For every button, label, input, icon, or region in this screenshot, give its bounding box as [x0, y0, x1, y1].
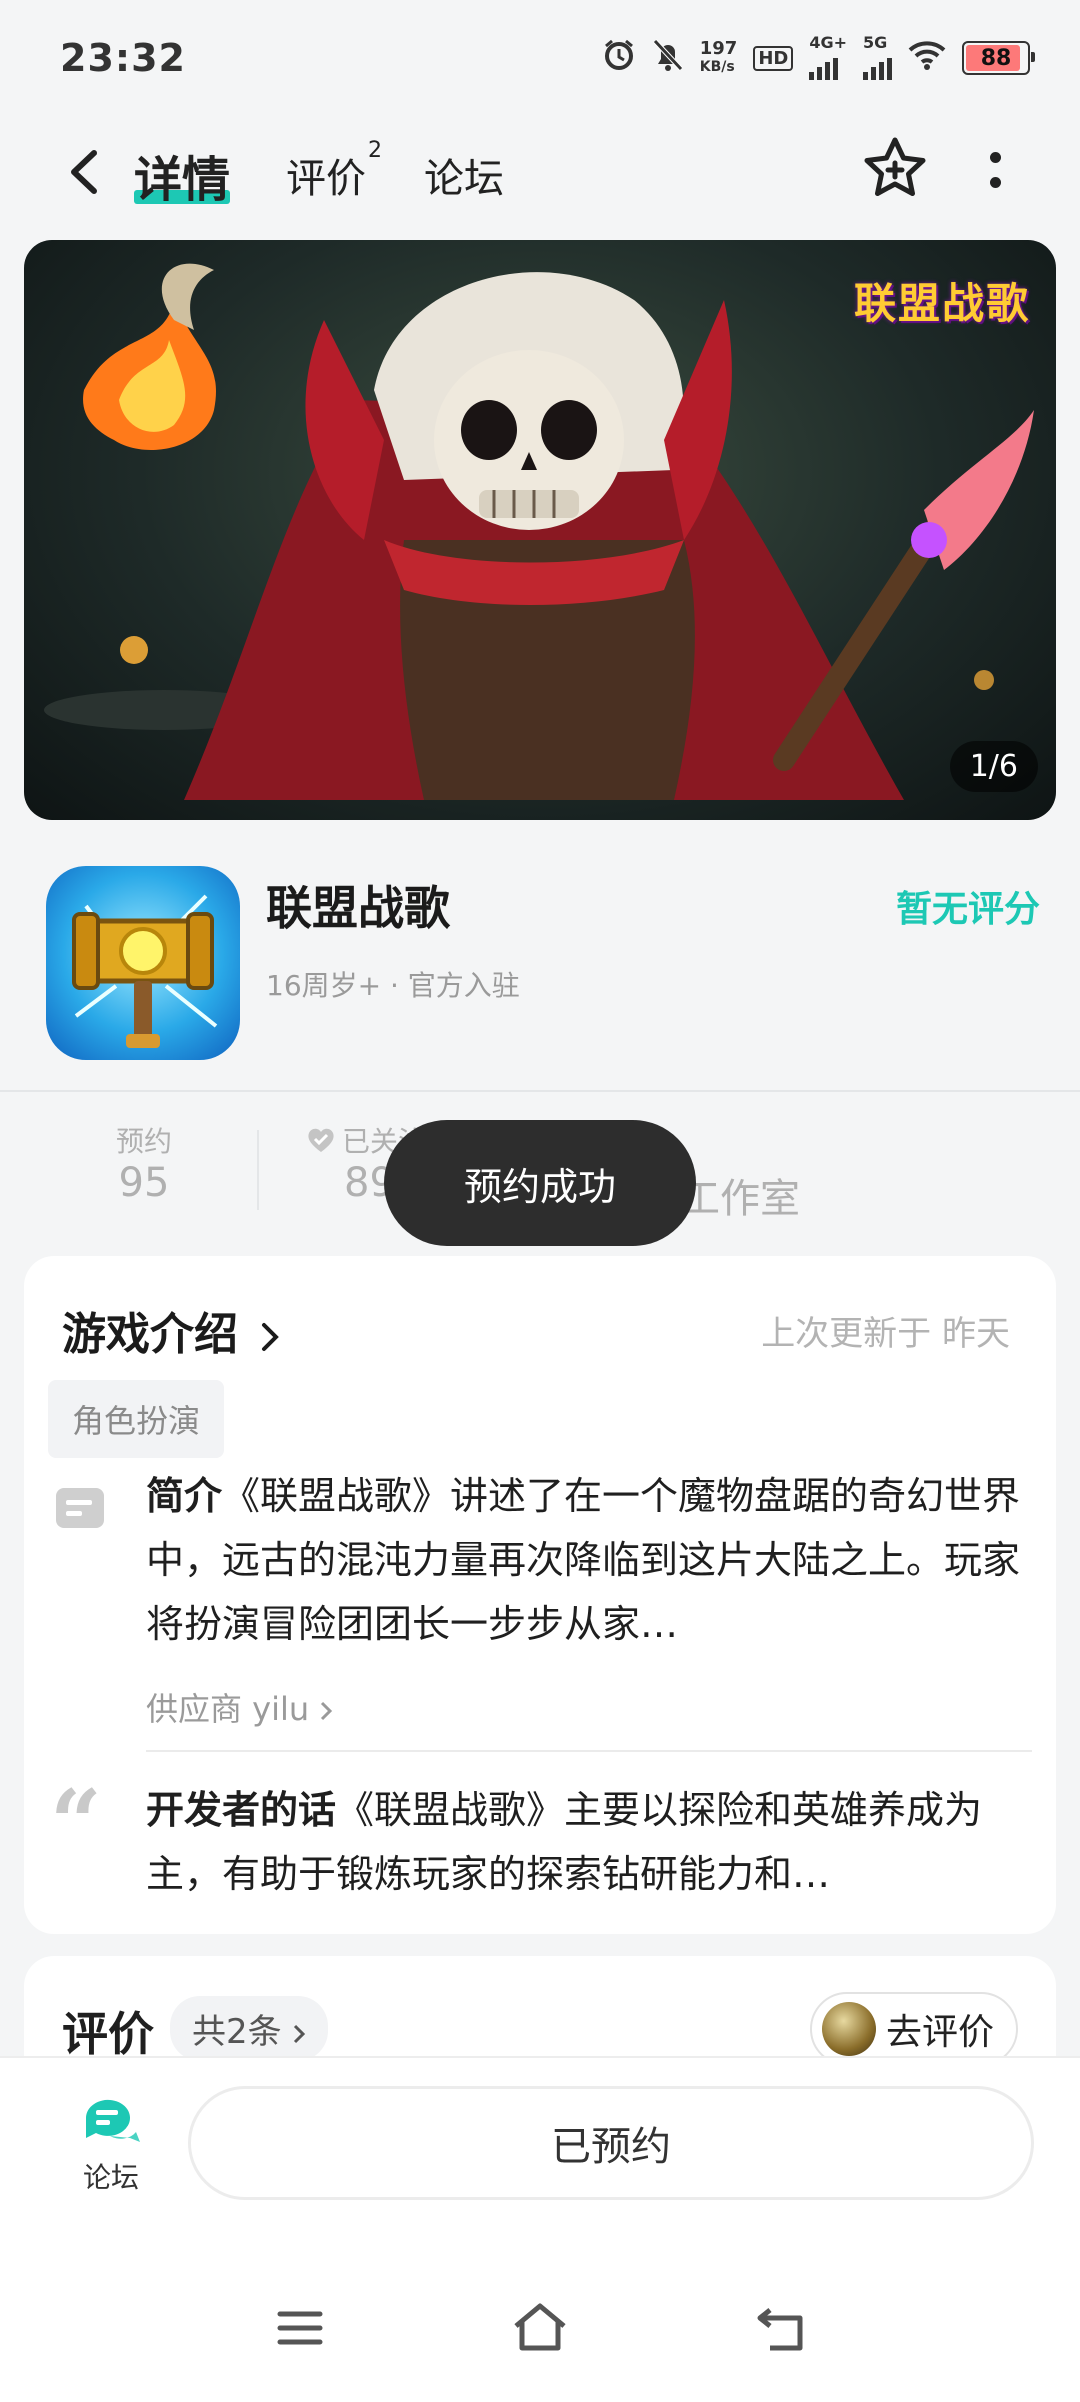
net-speed: 197 KB/s: [699, 38, 738, 76]
stat-divider: [257, 1130, 259, 1210]
home-nav-button[interactable]: [510, 2302, 570, 2356]
alarm-icon: [602, 38, 636, 78]
tab-detail[interactable]: 详情: [134, 140, 231, 210]
chevron-left-icon: [71, 150, 97, 194]
sim2-signal: 5G: [863, 35, 892, 80]
status-bar: 23:32 197 KB/s HD 4G+ 5G 88: [0, 0, 1080, 120]
divider: [0, 1090, 1080, 1092]
favorite-button[interactable]: [860, 134, 930, 204]
stat-studio[interactable]: 工作室: [680, 1166, 800, 1224]
home-icon: [514, 2303, 566, 2351]
chat-bubbles-icon: [85, 2099, 140, 2142]
battery-icon: 88: [962, 41, 1035, 75]
intro-title[interactable]: 游戏介绍: [62, 1298, 281, 1362]
star-plus-icon: [864, 137, 926, 196]
back-button[interactable]: [54, 142, 114, 202]
back-nav-button[interactable]: [756, 2308, 806, 2356]
sim1-signal: 4G+: [809, 35, 847, 80]
wifi-icon: [908, 40, 946, 76]
reviews-title: 评价: [62, 2007, 154, 2061]
chevron-right-icon: [294, 2024, 306, 2043]
mute-bell-icon: [652, 38, 684, 78]
top-nav: 详情 评价 2 论坛: [0, 120, 1080, 230]
forum-button[interactable]: 论坛: [56, 2094, 166, 2196]
forum-label: 论坛: [82, 2161, 139, 2194]
write-review-button[interactable]: 去评价: [809, 1992, 1018, 2066]
bottom-action-bar: 论坛 已预约: [0, 2056, 1080, 2402]
app-name: 联盟战歌: [266, 881, 450, 935]
reviews-count[interactable]: 共2条: [170, 1996, 329, 2061]
review-badge: 2: [368, 138, 382, 163]
supplier-link[interactable]: 供应商 yilu: [146, 1684, 333, 1730]
stat-reservations: 预约 95: [116, 1125, 173, 1206]
banner-counter: 1/6: [949, 741, 1038, 792]
quote-icon: “: [50, 1770, 102, 1876]
app-meta: 16周岁+ · 官方入驻: [266, 969, 520, 1002]
avatar: [821, 2002, 876, 2056]
game-intro-card: 游戏介绍 上次更新于 昨天 角色扮演 简介《联盟战歌》讲述了在一个魔物盘踞的奇幻…: [24, 1256, 1056, 1934]
menu-nav-button[interactable]: [276, 2308, 324, 2352]
hd-icon: HD: [753, 45, 794, 71]
app-icon: [46, 866, 240, 1060]
more-dot-icon: [989, 177, 1001, 188]
toast-message: 预约成功: [384, 1120, 696, 1246]
intro-updated: 上次更新于 昨天: [761, 1314, 1010, 1354]
heart-check-icon: [308, 1128, 334, 1152]
banner-game-logo: 联盟战歌: [853, 279, 1030, 328]
status-icons: 197 KB/s HD 4G+ 5G 88: [602, 35, 1035, 80]
reserved-button[interactable]: 已预约: [188, 2086, 1034, 2200]
status-time: 23:32: [60, 36, 186, 80]
tab-review[interactable]: 评价 2: [286, 138, 382, 204]
banner-carousel[interactable]: 联盟战歌 1/6: [24, 240, 1056, 820]
menu-icon: [277, 2311, 323, 2345]
tab-forum[interactable]: 论坛: [424, 146, 504, 204]
intro-summary[interactable]: 简介《联盟战歌》讲述了在一个魔物盘踞的奇幻世界中，远古的混沌力量再次降临到这片大…: [146, 1464, 1026, 1656]
chevron-right-icon: [321, 1701, 333, 1721]
rating-label: 暂无评分: [895, 889, 1040, 930]
divider: [146, 1750, 1032, 1752]
document-icon: [56, 1488, 104, 1528]
more-button[interactable]: [975, 138, 1015, 202]
more-dot-icon: [989, 152, 1001, 163]
back-arrow-icon: [757, 2308, 803, 2351]
chevron-right-icon: [262, 1323, 280, 1351]
developer-notes[interactable]: 开发者的话《联盟战歌》主要以探险和英雄养成为主，有助于锻炼玩家的探索钻研能力和…: [146, 1778, 1026, 1906]
genre-tag[interactable]: 角色扮演: [48, 1380, 225, 1458]
